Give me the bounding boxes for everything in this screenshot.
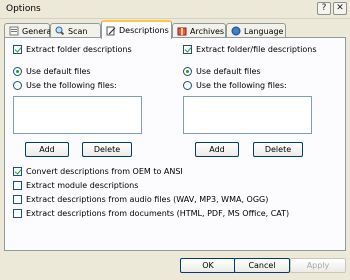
option-convert-oem-ansi[interactable]: Convert descriptions from OEM to ANSI	[13, 167, 183, 176]
title-bar: Options ? ✕	[0, 0, 350, 19]
radio-button[interactable]	[13, 81, 22, 90]
globe-icon	[231, 26, 241, 36]
tab-label: General	[22, 26, 54, 36]
option-checkbox[interactable]	[13, 167, 22, 176]
left-add-button[interactable]: Add	[25, 142, 69, 157]
right-files-list[interactable]	[183, 96, 312, 134]
radio-label: Use default files	[26, 67, 91, 76]
ok-button[interactable]: OK	[180, 258, 236, 273]
option-checkbox[interactable]	[13, 209, 22, 218]
tab-label: Language	[244, 26, 284, 36]
cancel-button[interactable]: Cancel	[234, 258, 290, 273]
option-label: Extract module descriptions	[26, 181, 139, 190]
tab-label: Scan	[68, 26, 88, 36]
extract-folder-descriptions-checkbox[interactable]	[13, 45, 22, 54]
extract-folder-file-descriptions[interactable]: Extract folder/file descriptions	[183, 45, 317, 54]
left-radio-following[interactable]: Use the following files:	[13, 81, 117, 90]
apply-button[interactable]: Apply	[290, 258, 346, 273]
right-delete-button[interactable]: Delete	[253, 142, 303, 157]
radio-label: Use the following files:	[26, 81, 117, 90]
left-files-list[interactable]	[13, 96, 142, 134]
general-icon	[9, 26, 19, 36]
option-checkbox[interactable]	[13, 181, 22, 190]
right-radio-following[interactable]: Use the following files:	[183, 81, 287, 90]
radio-button[interactable]	[13, 67, 22, 76]
tab-general[interactable]: General	[4, 23, 54, 38]
close-button[interactable]: ✕	[333, 2, 347, 15]
option-label: Extract descriptions from documents (HTM…	[26, 209, 290, 218]
tab-label: Descriptions	[119, 26, 169, 35]
checkbox-label: Extract folder/file descriptions	[196, 45, 317, 54]
option-document-descriptions[interactable]: Extract descriptions from documents (HTM…	[13, 209, 289, 218]
scan-icon	[55, 26, 65, 36]
right-radio-default[interactable]: Use default files	[183, 67, 261, 76]
option-label: Convert descriptions from OEM to ANSI	[26, 167, 183, 176]
option-audio-descriptions[interactable]: Extract descriptions from audio files (W…	[13, 195, 268, 204]
option-label: Extract descriptions from audio files (W…	[26, 195, 269, 204]
checkbox-label: Extract folder descriptions	[26, 45, 132, 54]
descriptions-icon	[106, 26, 116, 36]
archives-icon	[177, 26, 187, 36]
right-add-button[interactable]: Add	[195, 142, 239, 157]
option-checkbox[interactable]	[13, 195, 22, 204]
left-radio-default[interactable]: Use default files	[13, 67, 91, 76]
tab-scan[interactable]: Scan	[50, 23, 101, 38]
left-delete-button[interactable]: Delete	[82, 142, 132, 157]
descriptions-panel: Extract folder descriptions Use default …	[4, 37, 346, 251]
tab-label: Archives	[190, 26, 225, 36]
radio-label: Use default files	[196, 67, 261, 76]
tab-descriptions[interactable]: Descriptions	[101, 20, 172, 39]
extract-folder-descriptions[interactable]: Extract folder descriptions	[13, 45, 132, 54]
radio-button[interactable]	[183, 81, 192, 90]
radio-button[interactable]	[183, 67, 192, 76]
window-title: Options	[6, 4, 41, 14]
help-button[interactable]: ?	[317, 2, 331, 15]
option-module-descriptions[interactable]: Extract module descriptions	[13, 181, 138, 190]
tab-language[interactable]: Language	[226, 23, 286, 38]
radio-label: Use the following files:	[196, 81, 287, 90]
extract-folder-file-descriptions-checkbox[interactable]	[183, 45, 192, 54]
tab-archives[interactable]: Archives	[172, 23, 226, 38]
